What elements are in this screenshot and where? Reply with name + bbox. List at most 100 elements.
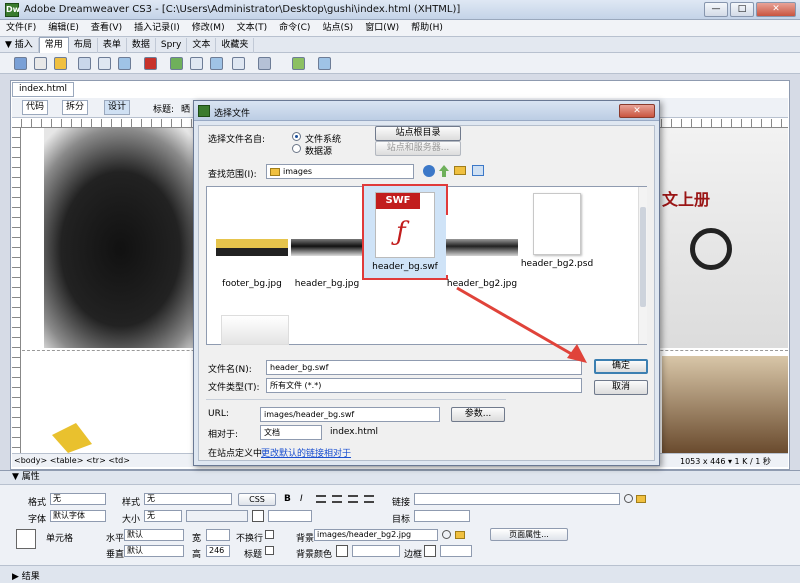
file-item-selected[interactable]: SWF ƒ header_bg.swf <box>362 184 448 280</box>
menu-commands[interactable]: 命令(C) <box>273 20 316 36</box>
filetype-select[interactable]: 所有文件 (*.*) <box>266 378 582 393</box>
menu-view[interactable]: 查看(V) <box>85 20 128 36</box>
menu-insert[interactable]: 插入记录(I) <box>128 20 186 36</box>
minimize-button[interactable]: — <box>704 2 728 17</box>
align-right-icon[interactable] <box>348 495 358 503</box>
script-icon[interactable] <box>258 57 271 70</box>
width-input[interactable] <box>206 529 230 541</box>
bold-button[interactable]: B <box>284 494 291 504</box>
cancel-button[interactable]: 取消 <box>594 380 648 395</box>
target-select[interactable] <box>414 510 470 522</box>
menu-file[interactable]: 文件(F) <box>0 20 42 36</box>
insert-panel-toggle[interactable]: ▼ 插入 <box>0 38 39 53</box>
results-panel-header[interactable]: ▶ 结果 <box>0 565 800 583</box>
format-select[interactable]: 无 <box>50 493 106 505</box>
browse-folder-icon[interactable] <box>636 495 646 503</box>
view-menu-icon[interactable] <box>472 165 484 176</box>
site-root-button[interactable]: 站点根目录 <box>375 126 461 141</box>
design-view-button[interactable]: 设计 <box>104 100 131 115</box>
hyperlink-icon[interactable] <box>14 57 27 70</box>
change-default-link[interactable]: 更改默认的链接相对于 <box>261 446 351 459</box>
head-icon[interactable] <box>232 57 245 70</box>
partial-file-thumbnail[interactable] <box>221 315 289 345</box>
properties-header[interactable]: ▼ 属性 <box>0 471 800 485</box>
tab-common[interactable]: 常用 <box>38 37 69 53</box>
border-color-input[interactable] <box>440 545 472 557</box>
media-icon[interactable] <box>144 57 157 70</box>
relative-to-select[interactable]: 文档 <box>260 425 322 440</box>
email-link-icon[interactable] <box>34 57 47 70</box>
align-center-icon[interactable] <box>332 495 342 503</box>
height-input[interactable]: 246 <box>206 545 230 557</box>
point-to-file-icon[interactable] <box>624 494 633 503</box>
datasource-radio[interactable] <box>292 144 301 153</box>
doc-tab-index[interactable]: index.html <box>12 82 74 97</box>
vert-select[interactable]: 默认 <box>124 545 184 557</box>
tab-text[interactable]: 文本 <box>187 38 217 53</box>
file-item[interactable]: footer_bg.jpg <box>212 215 292 289</box>
css-button[interactable]: CSS <box>238 493 276 506</box>
scrollbar-thumb[interactable] <box>640 207 646 307</box>
align-left-icon[interactable] <box>316 495 326 503</box>
image-icon[interactable] <box>118 57 131 70</box>
ok-button[interactable]: 确定 <box>594 359 648 374</box>
dialog-close-button[interactable]: ✕ <box>619 104 655 118</box>
page-properties-button[interactable]: 页面属性... <box>490 528 568 541</box>
tab-forms[interactable]: 表单 <box>98 38 127 53</box>
size-select[interactable]: 无 <box>144 510 182 522</box>
justify-icon[interactable] <box>364 495 374 503</box>
bgcolor-swatch[interactable] <box>336 545 348 557</box>
comment-icon[interactable] <box>190 57 203 70</box>
menu-text[interactable]: 文本(T) <box>231 20 274 36</box>
split-view-button[interactable]: 拆分 <box>62 100 89 115</box>
table-icon[interactable] <box>78 57 91 70</box>
named-anchor-icon[interactable] <box>54 57 67 70</box>
font-label: 字体 <box>28 515 47 525</box>
file-item[interactable]: header_bg2.psd <box>517 185 597 269</box>
italic-button[interactable]: I <box>300 494 303 504</box>
date-icon[interactable] <box>170 57 183 70</box>
file-item[interactable]: header_bg2.jpg <box>442 215 522 289</box>
font-select[interactable]: 默认字体 <box>50 510 106 522</box>
code-view-button[interactable]: 代码 <box>22 100 49 115</box>
border-color-swatch[interactable] <box>424 545 436 557</box>
tab-spry[interactable]: Spry <box>156 38 188 53</box>
bg-input[interactable]: images/header_bg2.jpg <box>314 529 438 541</box>
text-color-swatch[interactable] <box>252 510 264 522</box>
menu-modify[interactable]: 修改(M) <box>186 20 231 36</box>
url-input[interactable]: images/header_bg.swf <box>260 407 440 422</box>
tab-favorites[interactable]: 收藏夹 <box>216 38 255 53</box>
style-select[interactable]: 无 <box>144 493 232 505</box>
close-button[interactable]: ✕ <box>756 2 796 17</box>
up-folder-icon[interactable] <box>439 165 449 177</box>
tag-chooser-icon[interactable] <box>318 57 331 70</box>
parameters-button[interactable]: 参数... <box>451 407 505 422</box>
bgcolor-input[interactable] <box>352 545 400 557</box>
tag-selector[interactable]: <body> <table> <tr> <td> <box>14 456 130 465</box>
menu-edit[interactable]: 编辑(E) <box>42 20 85 36</box>
menu-site[interactable]: 站点(S) <box>316 20 359 36</box>
layer-icon[interactable] <box>98 57 111 70</box>
bg-browse-folder-icon[interactable] <box>455 531 465 539</box>
look-in-select[interactable]: images <box>266 164 414 179</box>
bg-point-to-file-icon[interactable] <box>442 530 451 539</box>
maximize-button[interactable]: □ <box>730 2 754 17</box>
title-value[interactable]: 晒 <box>181 102 190 115</box>
file-item[interactable]: header_bg.jpg <box>287 215 367 289</box>
filename-input[interactable]: header_bg.swf <box>266 360 582 375</box>
file-list-scrollbar[interactable] <box>638 187 647 344</box>
templates-icon[interactable] <box>292 57 305 70</box>
menu-help[interactable]: 帮助(H) <box>405 20 449 36</box>
filesystem-radio[interactable] <box>292 132 301 141</box>
server-side-include-icon[interactable] <box>210 57 223 70</box>
back-icon[interactable] <box>423 165 435 177</box>
nowrap-checkbox[interactable] <box>265 530 274 539</box>
new-folder-icon[interactable] <box>454 166 466 175</box>
menu-window[interactable]: 窗口(W) <box>359 20 405 36</box>
text-color-input[interactable] <box>268 510 312 522</box>
link-input[interactable] <box>414 493 620 505</box>
tab-data[interactable]: 数据 <box>127 38 156 53</box>
header-checkbox[interactable] <box>265 546 274 555</box>
horz-select[interactable]: 默认 <box>124 529 184 541</box>
tab-layout[interactable]: 布局 <box>69 38 98 53</box>
